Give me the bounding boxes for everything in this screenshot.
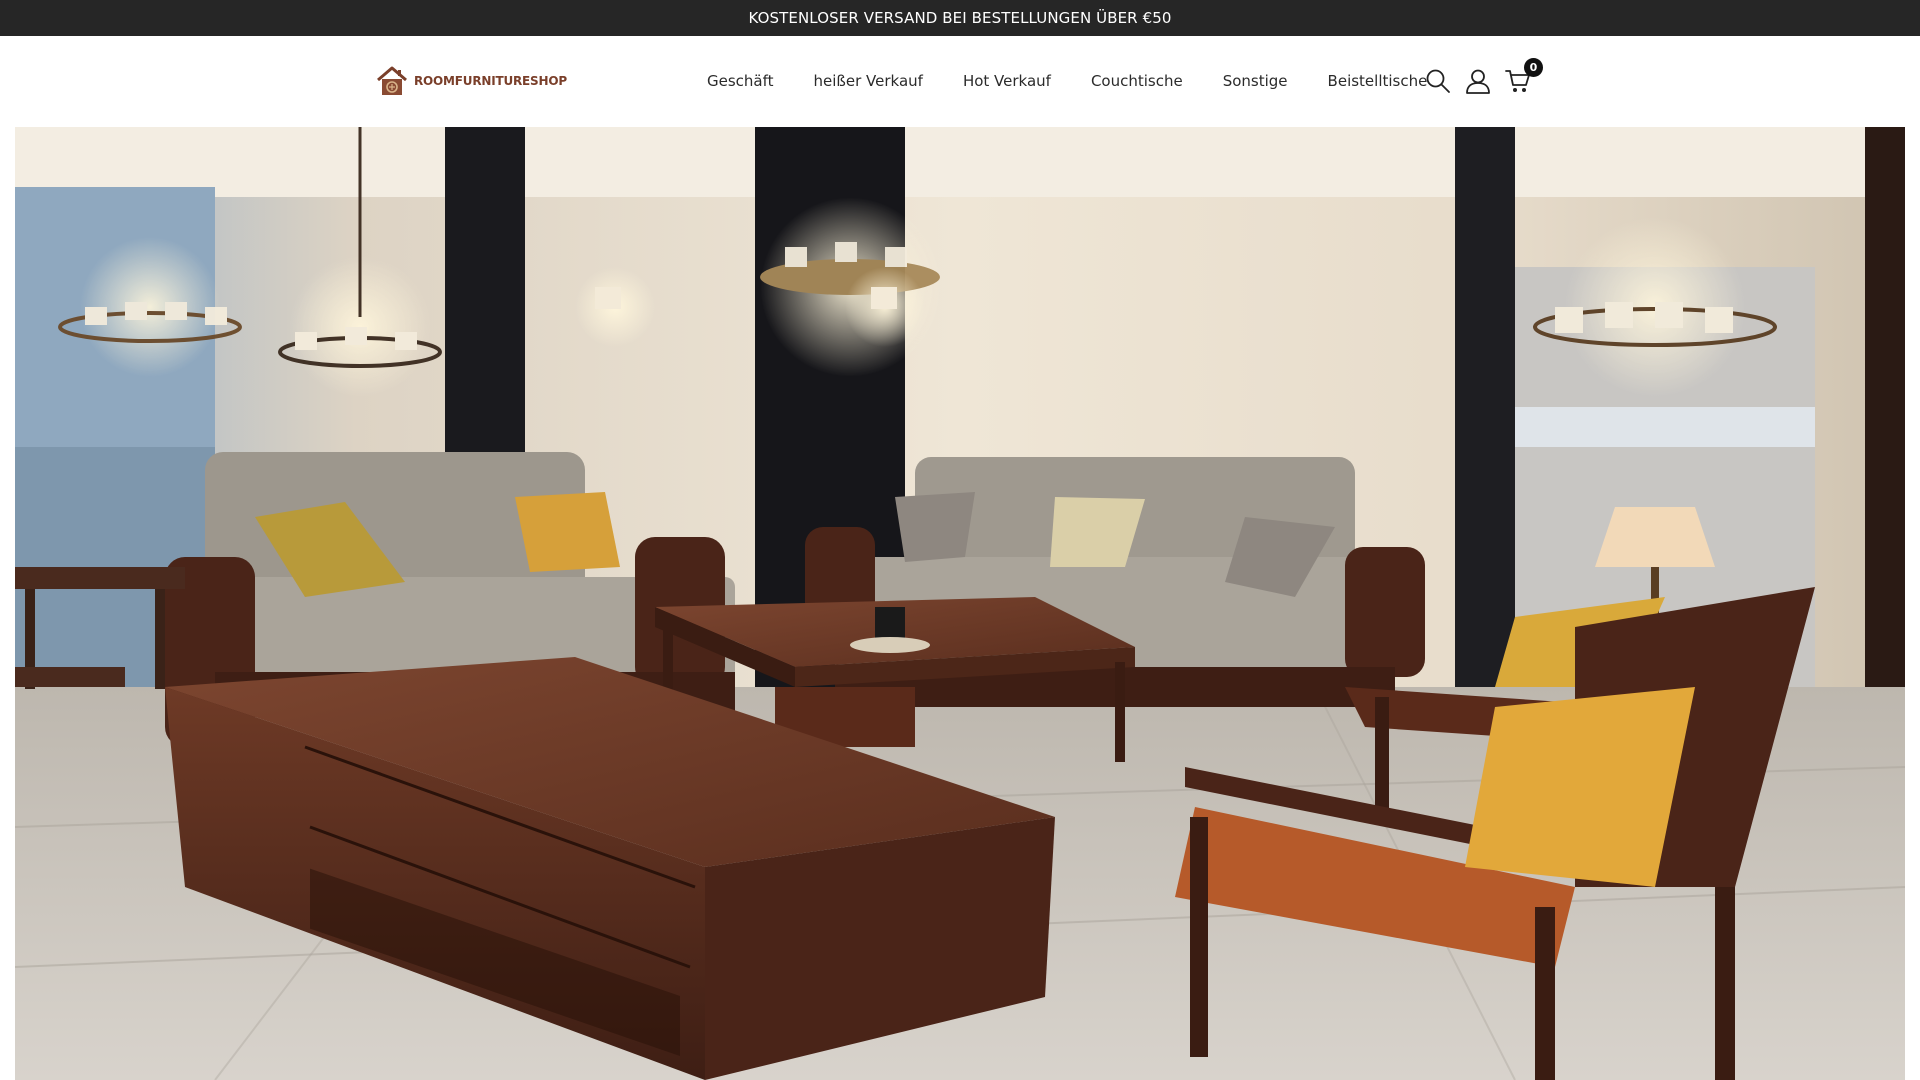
account-button[interactable] xyxy=(1465,68,1491,94)
nav-item-beistelltische[interactable]: Beistelltische xyxy=(1328,72,1428,90)
search-icon xyxy=(1426,69,1450,93)
nav-item-geschaeft[interactable]: Geschäft xyxy=(707,72,774,90)
cart-button[interactable]: 0 xyxy=(1505,58,1543,94)
announcement-text: KOSTENLOSER VERSAND BEI BESTELLUNGEN ÜBE… xyxy=(748,9,1172,27)
hero-image xyxy=(15,127,1905,1080)
search-button[interactable] xyxy=(1425,68,1451,94)
site-header: ROOMFURNITURESHOP Geschäft heißer Verkau… xyxy=(0,36,1920,126)
nav-item-heisser-verkauf[interactable]: heißer Verkauf xyxy=(814,72,923,90)
header-tools: 0 xyxy=(1425,58,1543,99)
living-room-scene xyxy=(15,127,1905,1080)
announcement-bar: KOSTENLOSER VERSAND BEI BESTELLUNGEN ÜBE… xyxy=(0,0,1920,36)
nav-item-sonstige[interactable]: Sonstige xyxy=(1223,72,1288,90)
user-icon xyxy=(1466,69,1490,94)
cart-count-badge: 0 xyxy=(1524,58,1543,77)
nav-item-hot-verkauf[interactable]: Hot Verkauf xyxy=(963,72,1051,90)
logo-link[interactable]: ROOMFURNITURESHOP xyxy=(376,64,567,98)
logo-text: ROOMFURNITURESHOP xyxy=(414,74,567,88)
house-logo-icon xyxy=(377,66,407,95)
nav-item-couchtische[interactable]: Couchtische xyxy=(1091,72,1183,90)
main-nav: Geschäft heißer Verkauf Hot Verkauf Couc… xyxy=(707,36,1427,126)
